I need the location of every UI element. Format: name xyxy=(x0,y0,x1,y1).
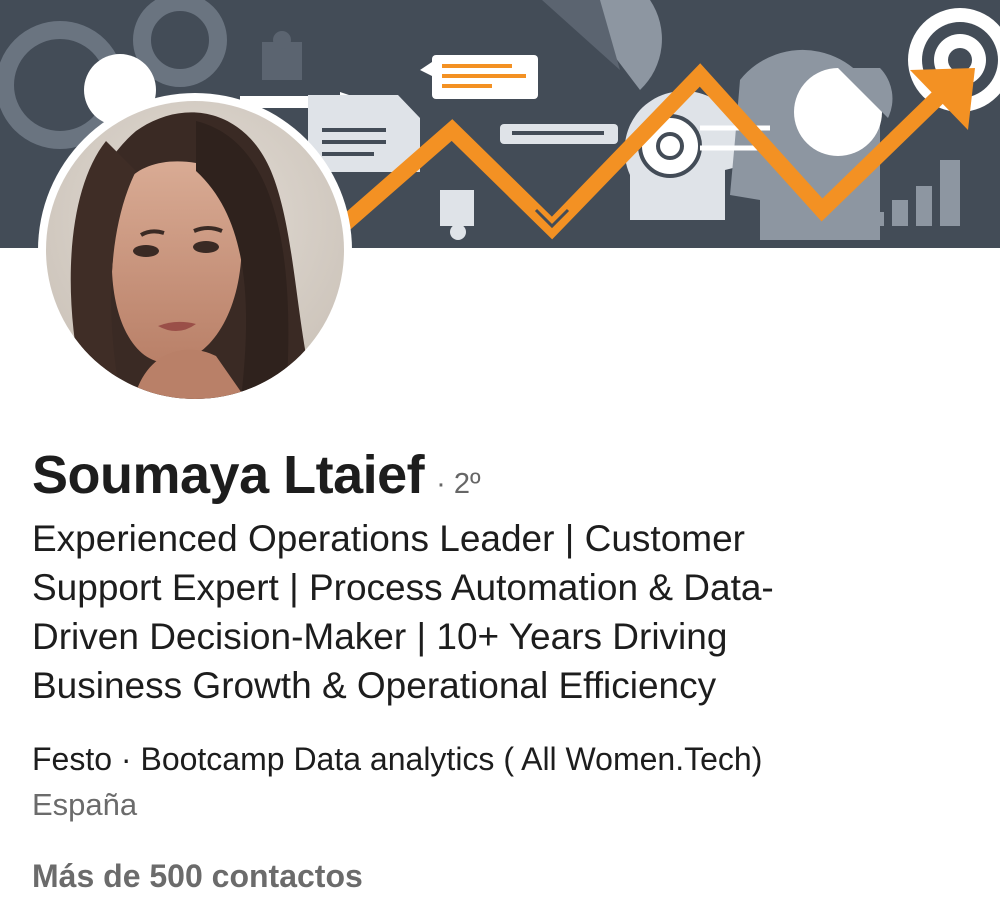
name-row: Soumaya Ltaief · 2º xyxy=(32,444,481,506)
profile-photo[interactable] xyxy=(38,93,352,407)
profile-name: Soumaya Ltaief xyxy=(32,445,425,505)
headline-line: Experienced Operations Leader | Customer xyxy=(32,518,745,559)
avatar xyxy=(46,101,344,399)
headline-line: Support Expert | Process Automation & Da… xyxy=(32,567,774,608)
connection-degree: · 2º xyxy=(436,468,481,500)
bar-chart-icon xyxy=(868,160,960,226)
location: España xyxy=(32,787,138,822)
connections-count[interactable]: Más de 500 contactos xyxy=(32,858,363,895)
chat-bubble-icon xyxy=(420,55,538,99)
headline-line: Driven Decision-Maker | 10+ Years Drivin… xyxy=(32,616,728,657)
profile-headline: Experienced Operations Leader | Customer… xyxy=(32,514,912,710)
puzzle-icon xyxy=(262,31,302,80)
company-education[interactable]: Festo · Bootcamp Data analytics ( All Wo… xyxy=(32,741,762,778)
headline-line: Business Growth & Operational Efficiency xyxy=(32,665,717,706)
puzzle-piece-icon xyxy=(440,190,474,240)
pie-chart-icon xyxy=(542,0,662,90)
document-icon xyxy=(308,95,420,172)
